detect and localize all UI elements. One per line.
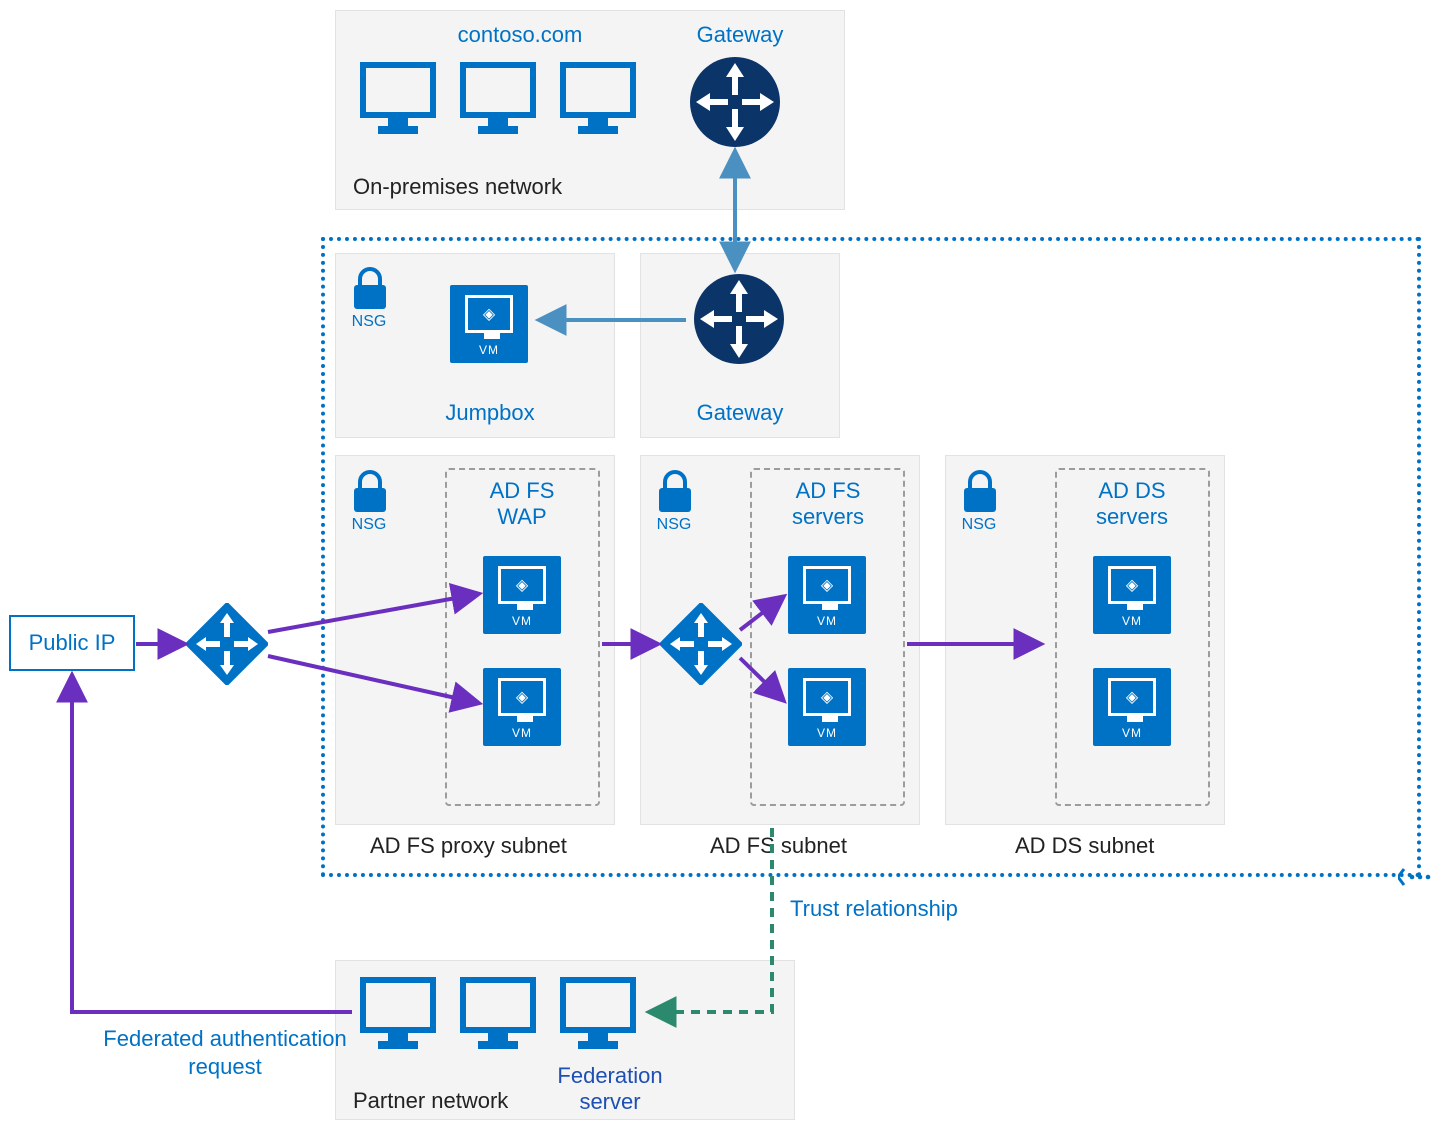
- monitor-icon: [358, 60, 438, 138]
- jumpbox-label: Jumpbox: [430, 400, 550, 426]
- adfs-caption: AD FS subnet: [710, 833, 847, 859]
- monitor-icon: [558, 60, 638, 138]
- lock-icon: [350, 267, 390, 318]
- vm-label: VM: [479, 343, 499, 357]
- federation-server-label: Federation server: [530, 1063, 690, 1115]
- vm-icon: ◈VM: [788, 556, 866, 634]
- monitor-icon: [458, 975, 538, 1053]
- vm-label: VM: [1122, 614, 1142, 628]
- onprem-gateway-label: Gateway: [680, 22, 800, 48]
- vm-icon: ◈VM: [450, 285, 528, 363]
- nsg-label: NSG: [956, 516, 1002, 534]
- onprem-caption: On-premises network: [353, 174, 562, 200]
- monitor-icon: [558, 975, 638, 1053]
- adfs-title: AD FS servers: [768, 478, 888, 530]
- vm-label: VM: [1122, 726, 1142, 740]
- vm-icon: ◈VM: [483, 556, 561, 634]
- nsg-label: NSG: [346, 516, 392, 534]
- vm-icon: ◈VM: [788, 668, 866, 746]
- load-balancer-icon: [660, 603, 742, 690]
- lock-icon: [350, 470, 390, 521]
- vm-label: VM: [817, 726, 837, 740]
- federated-auth-label: Federated authentication request: [95, 1025, 355, 1081]
- trust-relationship-label: Trust relationship: [790, 896, 1010, 922]
- gateway-router-icon: [692, 272, 786, 371]
- vm-label: VM: [817, 614, 837, 628]
- nsg-label: NSG: [651, 516, 697, 534]
- public-ip-box: Public IP: [9, 615, 135, 671]
- partner-caption: Partner network: [353, 1088, 508, 1114]
- lock-icon: [655, 470, 695, 521]
- expand-icon: [1398, 862, 1433, 897]
- lock-icon: [960, 470, 1000, 521]
- gateway-router-icon: [688, 55, 782, 154]
- adds-caption: AD DS subnet: [1015, 833, 1154, 859]
- monitor-icon: [458, 60, 538, 138]
- onprem-title: contoso.com: [430, 22, 610, 48]
- azure-gateway-label: Gateway: [680, 400, 800, 426]
- adfs-wap-title: AD FS WAP: [462, 478, 582, 530]
- nsg-label: NSG: [346, 313, 392, 331]
- vm-icon: ◈VM: [1093, 556, 1171, 634]
- vm-icon: ◈VM: [483, 668, 561, 746]
- adds-title: AD DS servers: [1072, 478, 1192, 530]
- vm-label: VM: [512, 614, 532, 628]
- adfs-wap-caption: AD FS proxy subnet: [370, 833, 567, 859]
- vm-label: VM: [512, 726, 532, 740]
- load-balancer-icon: [186, 603, 268, 690]
- vm-icon: ◈VM: [1093, 668, 1171, 746]
- monitor-icon: [358, 975, 438, 1053]
